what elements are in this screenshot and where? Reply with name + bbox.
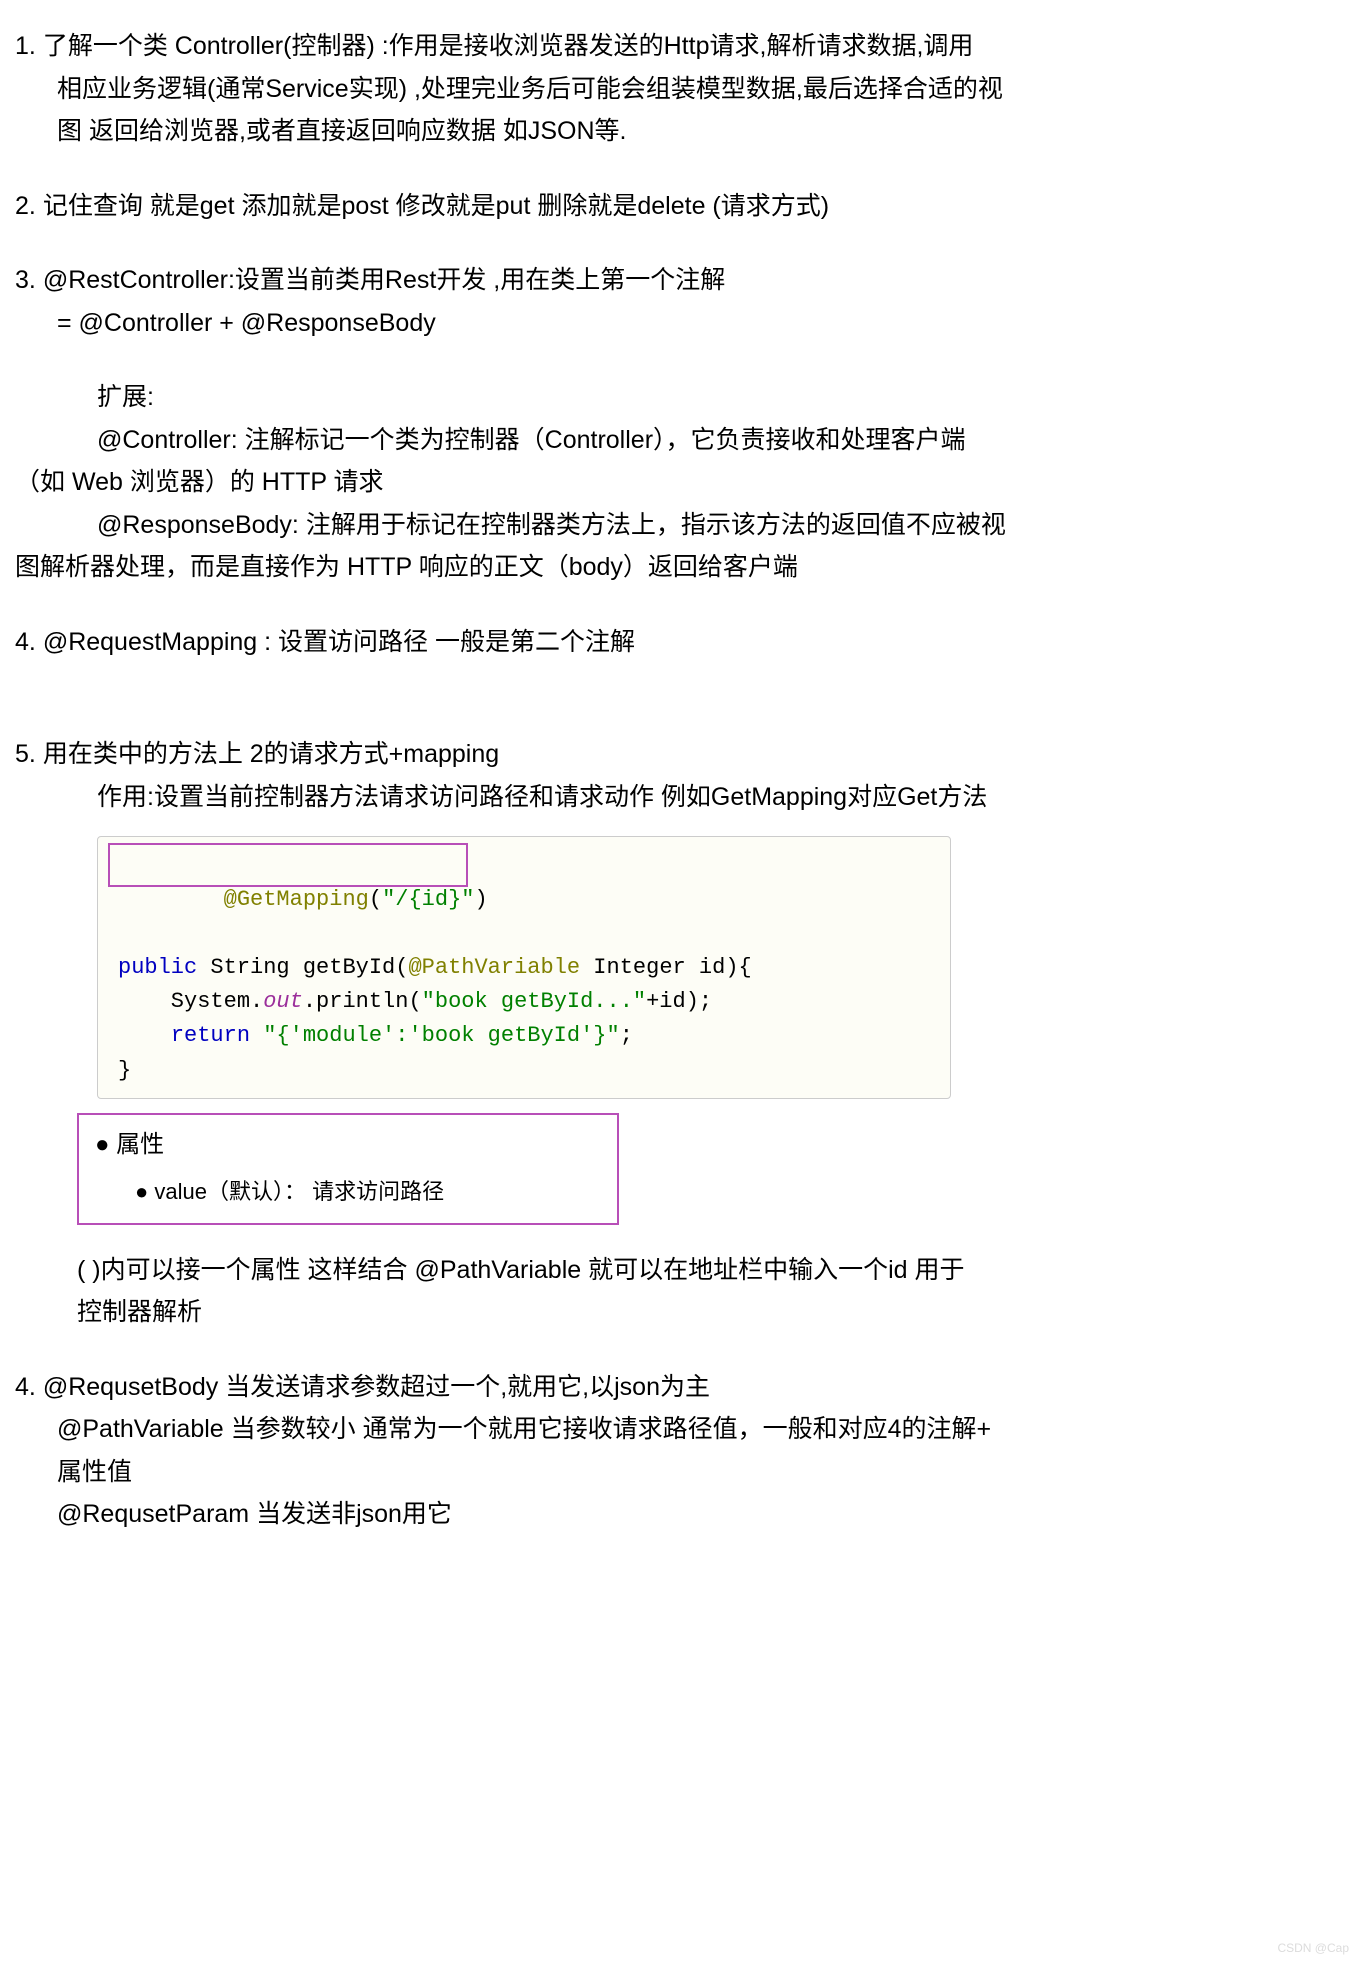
- item-text: 图 返回给浏览器,或者直接返回响应数据 如JSON等.: [15, 110, 1344, 153]
- list-item-1: 1. 了解一个类 Controller(控制器) :作用是接收浏览器发送的Htt…: [15, 25, 1344, 153]
- extension-label: 扩展:: [15, 376, 1344, 419]
- item-text: 了解一个类 Controller(控制器) :作用是接收浏览器发送的Http请求…: [43, 32, 974, 60]
- watermark: CSDN @Cap: [1277, 1938, 1349, 1958]
- extension-text: （如 Web 浏览器）的 HTTP 请求: [15, 461, 1344, 504]
- item-number: 5.: [15, 740, 36, 768]
- item-number: 2.: [15, 192, 36, 220]
- code-line: System.out.println("book getById..."+id)…: [118, 985, 930, 1019]
- item-text: 记住查询 就是get 添加就是post 修改就是put 删除就是delete (…: [43, 192, 829, 220]
- list-item-2: 2. 记住查询 就是get 添加就是post 修改就是put 删除就是delet…: [15, 185, 1344, 228]
- list-item-5: 5. 用在类中的方法上 2的请求方式+mapping 作用:设置当前控制器方法请…: [15, 733, 1344, 1334]
- extension-text: @Controller: 注解标记一个类为控制器（Controller），它负责…: [15, 419, 1344, 462]
- item-number: 3.: [15, 266, 36, 294]
- item-number: 4.: [15, 628, 36, 656]
- list-item-4: 4. @RequestMapping : 设置访问路径 一般是第二个注解: [15, 621, 1344, 664]
- code-line: return "{'module':'book getById'}";: [118, 1019, 930, 1053]
- item-text: @RequsetParam 当发送非json用它: [15, 1493, 1344, 1536]
- item-text: @RequestMapping : 设置访问路径 一般是第二个注解: [43, 628, 635, 656]
- item-text: @RequsetBody 当发送请求参数超过一个,就用它,以json为主: [43, 1373, 710, 1401]
- item-text: 相应业务逻辑(通常Service实现) ,处理完业务后可能会组装模型数据,最后选…: [15, 68, 1344, 111]
- item-number: 4.: [15, 1373, 36, 1401]
- code-line: public String getById(@PathVariable Inte…: [118, 951, 930, 985]
- list-item-3: 3. @RestController:设置当前类用Rest开发 ,用在类上第一个…: [15, 259, 1344, 589]
- item-text: 作用:设置当前控制器方法请求访问路径和请求动作 例如GetMapping对应Ge…: [15, 776, 1344, 819]
- attribute-box: ● 属性 ● value（默认）： 请求访问路径: [77, 1113, 619, 1225]
- list-item-6: 4. @RequsetBody 当发送请求参数超过一个,就用它,以json为主 …: [15, 1366, 1344, 1536]
- attribute-heading: ● 属性: [95, 1125, 601, 1166]
- item-text: = @Controller + @ResponseBody: [15, 302, 1344, 345]
- code-line: }: [118, 1054, 930, 1088]
- attribute-value: ● value（默认）： 请求访问路径: [95, 1173, 601, 1210]
- code-block: @GetMapping("/{id}") public String getBy…: [97, 836, 951, 1099]
- item-text: @RestController:设置当前类用Rest开发 ,用在类上第一个注解: [43, 266, 725, 294]
- extension-text: @ResponseBody: 注解用于标记在控制器类方法上，指示该方法的返回值不…: [15, 504, 1344, 547]
- extension-text: 图解析器处理，而是直接作为 HTTP 响应的正文（body）返回给客户端: [15, 546, 1344, 589]
- item-number: 1.: [15, 32, 36, 60]
- highlight-box: [108, 843, 468, 887]
- explanation-text: ( )内可以接一个属性 这样结合 @PathVariable 就可以在地址栏中输…: [77, 1249, 1344, 1334]
- code-line: @GetMapping("/{id}"): [118, 849, 930, 951]
- item-text: @PathVariable 当参数较小 通常为一个就用它接收请求路径值，一般和对…: [15, 1408, 1344, 1451]
- item-text: 属性值: [15, 1451, 1344, 1494]
- item-text: 用在类中的方法上 2的请求方式+mapping: [43, 740, 499, 768]
